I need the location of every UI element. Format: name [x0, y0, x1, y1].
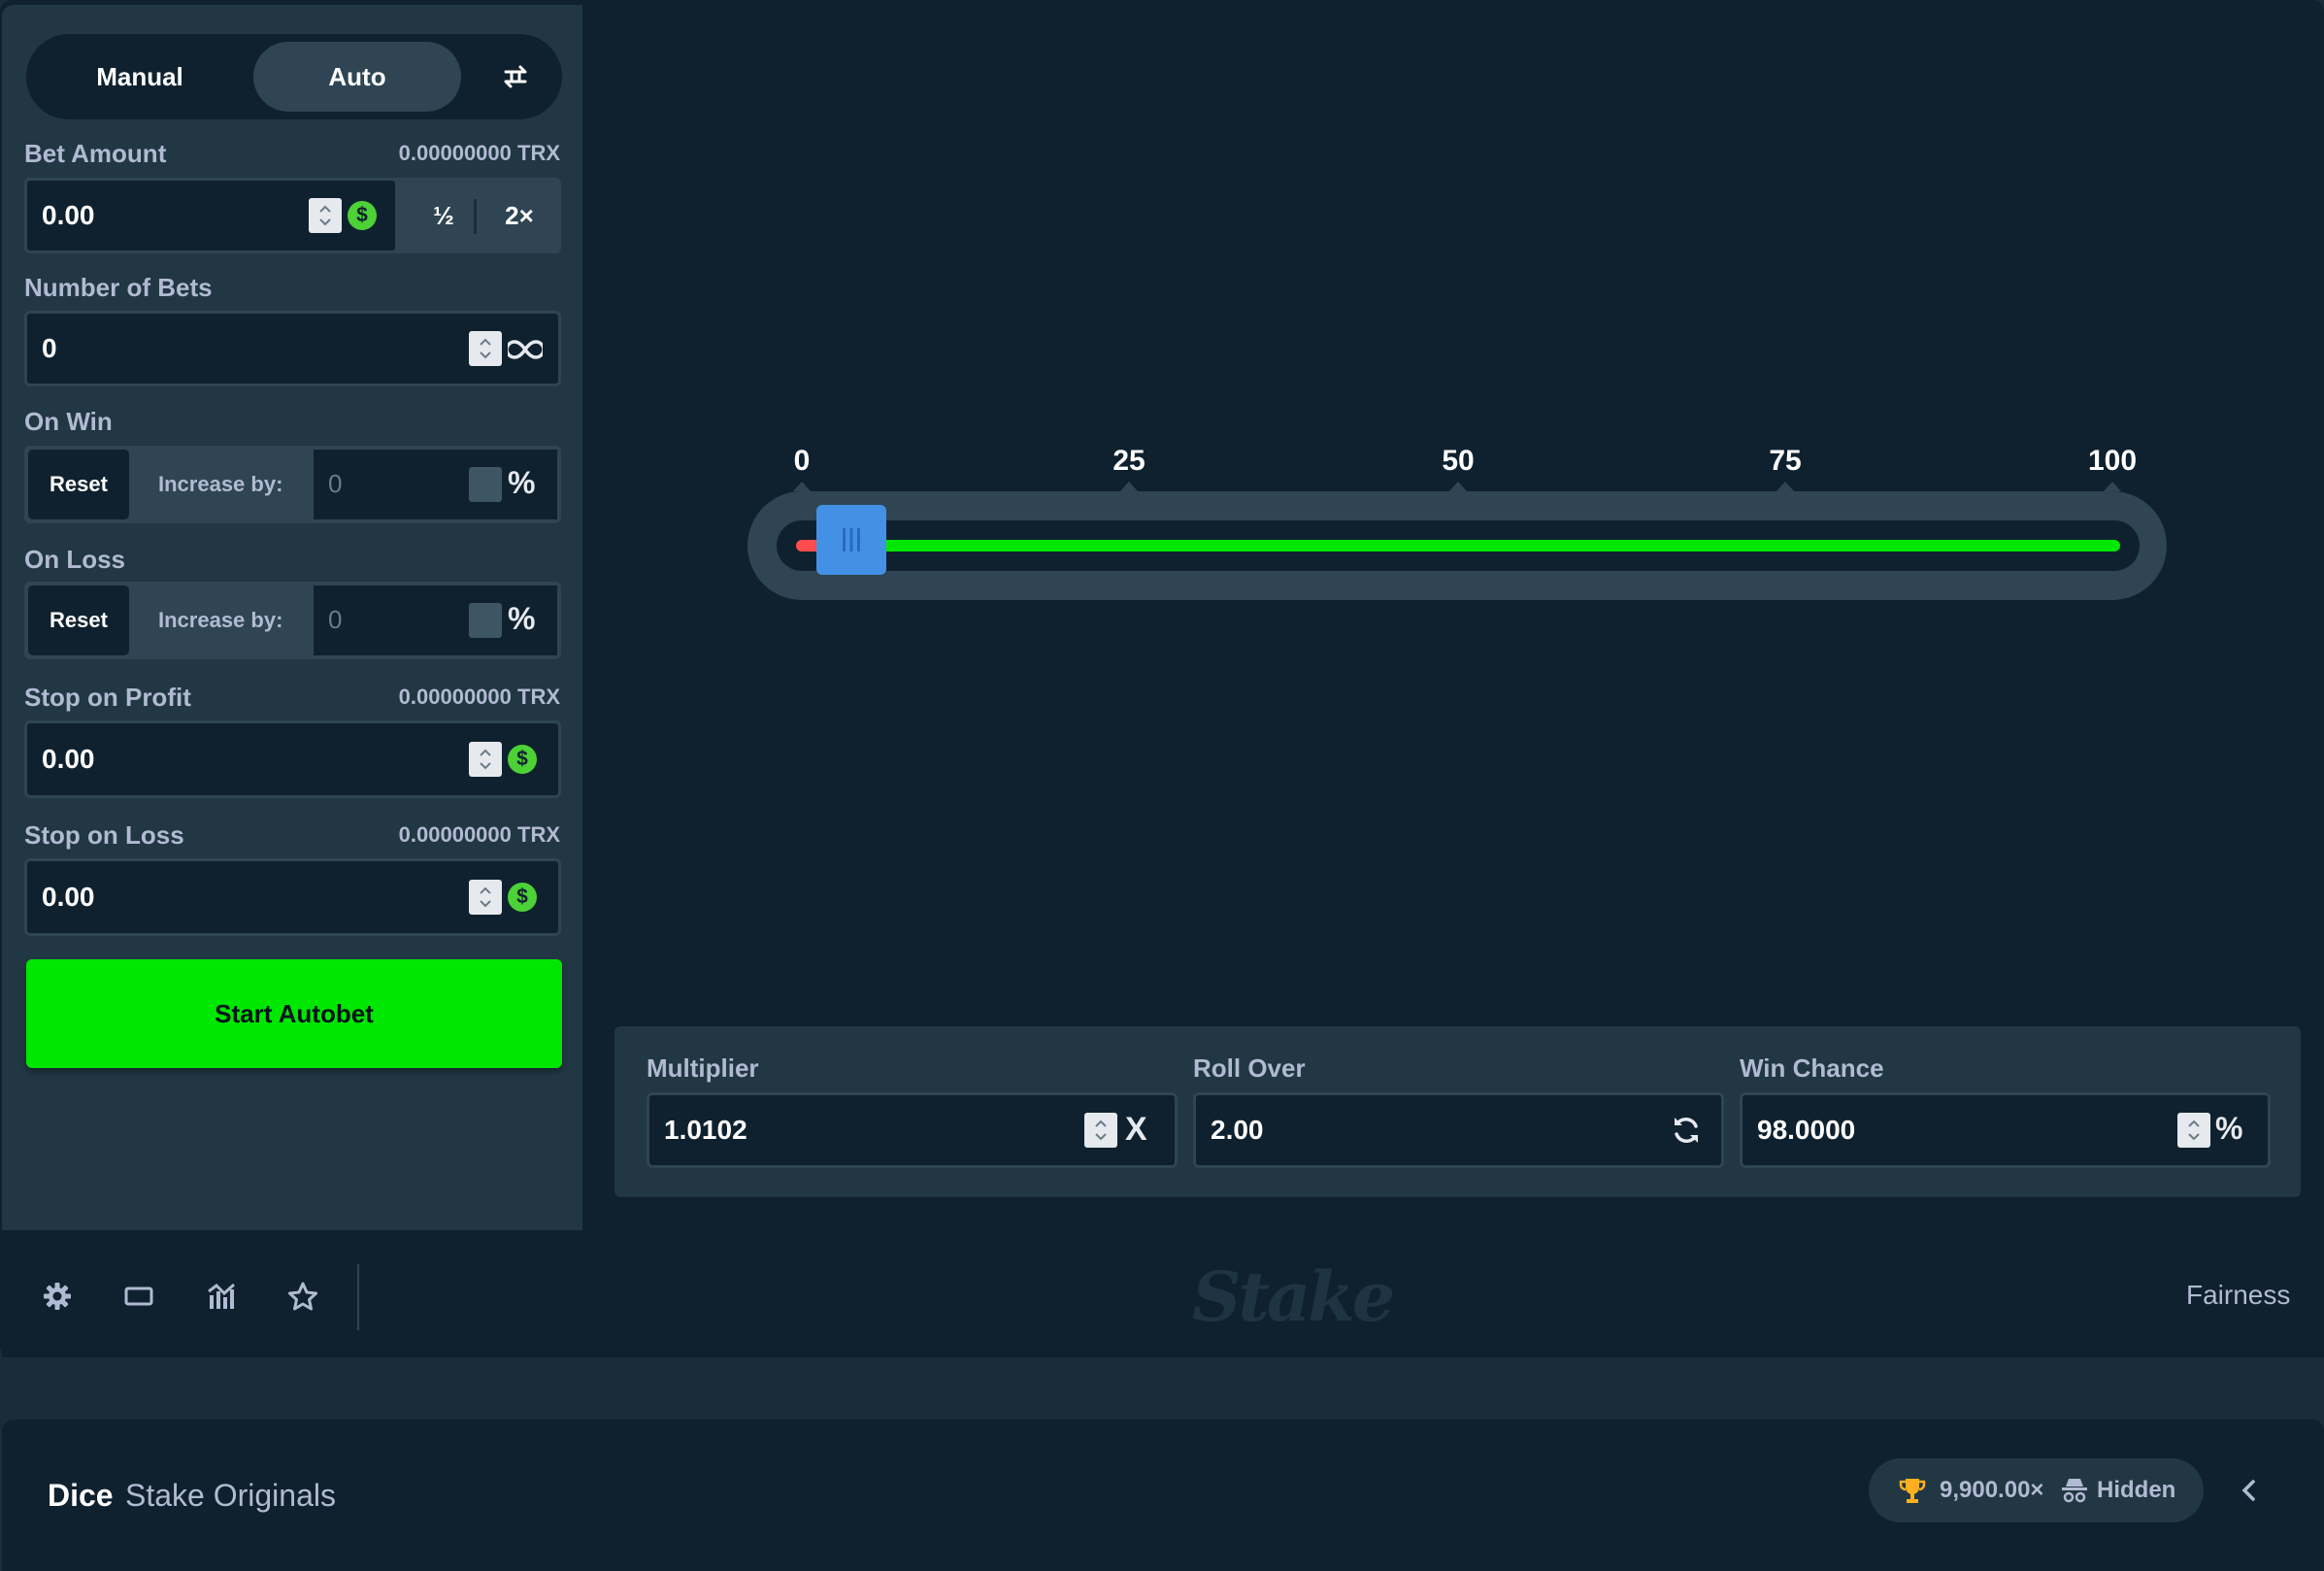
trophy-icon	[1898, 1476, 1927, 1510]
stop-on-profit-label: Stop on Profit	[24, 683, 191, 712]
on-win-increase-value: 0	[328, 469, 343, 498]
multiplier-x-icon: X	[1125, 1111, 1147, 1148]
tick-mark	[2104, 482, 2121, 491]
bet-amount-group: 0.00 $ ½ 2×	[24, 178, 561, 253]
percent-icon: %	[508, 601, 536, 636]
bet-amount-balance: 0.00000000 TRX	[398, 141, 560, 165]
stop-on-profit-value: 0.00	[42, 744, 95, 774]
number-of-bets-value: 0	[42, 333, 57, 363]
divider	[357, 1264, 359, 1330]
start-autobet-button[interactable]: Start Autobet	[26, 959, 562, 1068]
bet-amount-stepper[interactable]	[309, 198, 342, 233]
on-loss-stepper[interactable]	[469, 603, 502, 638]
stop-on-loss-input[interactable]: 0.00 $	[24, 858, 561, 936]
on-win-increase-label: Increase by:	[158, 472, 283, 496]
tick-mark	[1776, 482, 1794, 491]
slider-tick-0: 0	[793, 445, 811, 477]
slider-tick-75: 75	[1769, 445, 1802, 477]
roll-over-label: Roll Over	[1193, 1053, 1306, 1083]
tick-mark	[793, 482, 811, 491]
bet-amount-input[interactable]: 0.00 $	[24, 178, 398, 253]
dice-controls: Multiplier 1.0102 X Roll Over 2.00 Win C…	[614, 1026, 2301, 1197]
multiplier-value: 1.0102	[664, 1115, 747, 1145]
game-toolbar: Stake Fairness	[2, 1233, 2324, 1357]
chevron-left-icon[interactable]	[2235, 1476, 2264, 1510]
slider-tick-100: 100	[2087, 445, 2138, 477]
stop-on-loss-balance: 0.00000000 TRX	[398, 822, 560, 847]
swap-icon[interactable]	[490, 51, 541, 102]
max-win: 9,900.00×	[1940, 1477, 2044, 1503]
roll-over-input[interactable]: 2.00	[1193, 1092, 1724, 1168]
stake-logo: Stake	[1192, 1256, 1395, 1337]
game-footer: Dice Stake Originals 9,900.00× Hidden	[2, 1420, 2324, 1571]
stats-icon[interactable]	[203, 1278, 240, 1315]
on-loss-increase-label: Increase by:	[158, 608, 283, 632]
fairness-link[interactable]: Fairness	[2186, 1280, 2290, 1311]
privacy-status: Hidden	[2097, 1477, 2176, 1503]
on-loss-increase-input[interactable]: 0 %	[314, 585, 557, 655]
win-chance-input[interactable]: 98.0000 %	[1740, 1092, 2271, 1168]
roll-over-value: 2.00	[1211, 1115, 1264, 1145]
double-button[interactable]: 2×	[481, 178, 558, 253]
game-provider[interactable]: Stake Originals	[125, 1478, 336, 1514]
number-of-bets-input[interactable]: 0	[24, 311, 561, 386]
bet-amount-value: 0.00	[42, 200, 95, 230]
on-win-group: Reset Increase by: 0 %	[24, 446, 561, 523]
tab-manual[interactable]: Manual	[34, 42, 246, 112]
on-win-label: On Win	[24, 407, 113, 436]
half-button[interactable]: ½	[405, 178, 482, 253]
game-info-pill[interactable]: 9,900.00× Hidden	[1869, 1458, 2204, 1522]
slider-handle[interactable]	[816, 505, 887, 575]
stop-on-profit-balance: 0.00000000 TRX	[398, 685, 560, 709]
slider-tick-50: 50	[1442, 445, 1475, 477]
on-win-increase-input[interactable]: 0 %	[314, 450, 557, 519]
star-icon[interactable]	[284, 1278, 321, 1315]
infinity-icon[interactable]	[505, 333, 546, 371]
percent-icon: %	[508, 465, 536, 500]
number-of-bets-stepper[interactable]	[469, 331, 502, 366]
game-title: Dice	[48, 1478, 114, 1513]
tick-mark	[1120, 482, 1138, 491]
number-of-bets-label: Number of Bets	[24, 273, 213, 302]
incognito-icon	[2060, 1477, 2089, 1509]
on-loss-reset-button[interactable]: Reset	[28, 585, 129, 655]
on-win-stepper[interactable]	[469, 467, 502, 502]
win-chance-label: Win Chance	[1740, 1053, 1884, 1083]
refresh-icon[interactable]	[1670, 1114, 1703, 1152]
slider-win-range	[822, 540, 2120, 552]
currency-icon: $	[508, 745, 537, 774]
divider	[474, 199, 477, 234]
bet-amount-label: Bet Amount	[24, 139, 167, 168]
on-loss-increase-value: 0	[328, 605, 343, 634]
on-win-reset-button[interactable]: Reset	[28, 450, 129, 519]
tick-mark	[1449, 482, 1467, 491]
win-chance-value: 98.0000	[1757, 1115, 1856, 1145]
slider-tick-25: 25	[1112, 445, 1145, 477]
stop-on-loss-label: Stop on Loss	[24, 820, 184, 850]
stop-on-profit-stepper[interactable]	[469, 742, 502, 777]
bet-sidebar: Manual Auto Bet Amount 0.00000000 TRX 0.…	[2, 5, 582, 1230]
mode-tabs: Manual Auto	[26, 34, 562, 119]
tab-auto[interactable]: Auto	[253, 42, 461, 112]
currency-icon: $	[508, 883, 537, 912]
stop-on-profit-input[interactable]: 0.00 $	[24, 720, 561, 798]
multiplier-input[interactable]: 1.0102 X	[647, 1092, 1178, 1168]
on-loss-group: Reset Increase by: 0 %	[24, 582, 561, 659]
stop-on-loss-stepper[interactable]	[469, 880, 502, 915]
dice-slider	[747, 491, 2167, 600]
percent-icon: %	[2215, 1111, 2243, 1146]
grip-icon	[843, 528, 861, 552]
slider-track	[777, 505, 2140, 575]
on-loss-label: On Loss	[24, 545, 126, 574]
stop-on-loss-value: 0.00	[42, 882, 95, 912]
multiplier-label: Multiplier	[647, 1053, 759, 1083]
win-chance-stepper[interactable]	[2177, 1113, 2210, 1148]
multiplier-stepper[interactable]	[1084, 1113, 1117, 1148]
gear-icon[interactable]	[39, 1278, 76, 1315]
currency-icon: $	[348, 201, 377, 230]
theatre-mode-icon[interactable]	[120, 1278, 157, 1315]
